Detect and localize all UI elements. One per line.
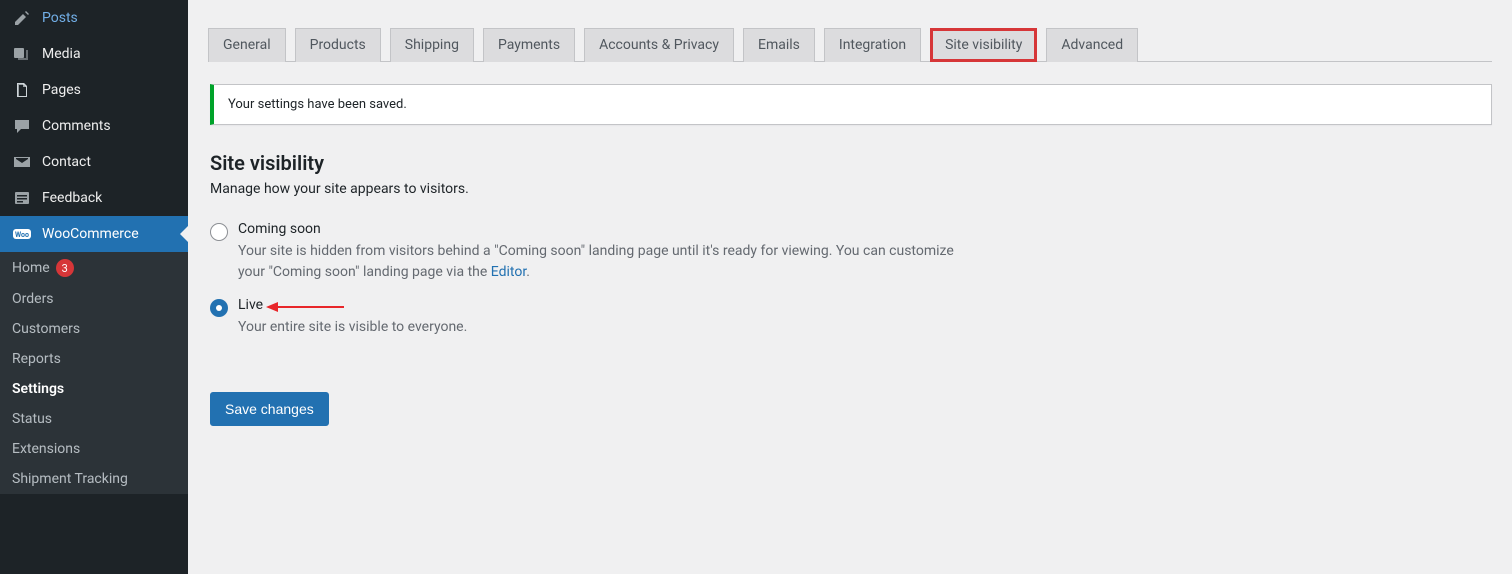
arrow-annotation-icon xyxy=(266,299,346,315)
live-radio[interactable] xyxy=(210,299,228,317)
sidebar-sub-reports[interactable]: Reports xyxy=(0,344,188,374)
coming-soon-radio[interactable] xyxy=(210,223,228,241)
settings-saved-notice: Your settings have been saved. xyxy=(210,84,1492,125)
tab-accounts-privacy[interactable]: Accounts & Privacy xyxy=(584,28,734,62)
sidebar-sub-label: Settings xyxy=(12,381,64,397)
sidebar-submenu-woocommerce: Home 3 Orders Customers Reports Settings… xyxy=(0,252,188,494)
live-help: Your entire site is visible to everyone. xyxy=(238,317,467,338)
sidebar-item-comments[interactable]: Comments xyxy=(0,108,188,144)
sidebar-sub-label: Shipment Tracking xyxy=(12,471,128,487)
live-label: Live xyxy=(238,297,263,313)
woocommerce-icon: Woo xyxy=(12,224,32,244)
sidebar-item-label: Media xyxy=(42,46,81,62)
sidebar-sub-label: Status xyxy=(12,411,52,427)
sidebar-item-label: Feedback xyxy=(42,190,102,206)
option-live[interactable]: Live Your entire site is visible to ever… xyxy=(210,297,1492,338)
sidebar-item-woocommerce[interactable]: Woo WooCommerce xyxy=(0,216,188,252)
tab-shipping[interactable]: Shipping xyxy=(390,28,474,62)
comments-icon xyxy=(12,116,32,136)
page-description: Manage how your site appears to visitors… xyxy=(210,181,1492,197)
home-badge: 3 xyxy=(56,259,74,277)
coming-soon-label: Coming soon xyxy=(238,221,321,237)
sidebar-sub-label: Reports xyxy=(12,351,61,367)
sidebar-item-contact[interactable]: Contact xyxy=(0,144,188,180)
sidebar-sub-orders[interactable]: Orders xyxy=(0,284,188,314)
pages-icon xyxy=(12,80,32,100)
editor-link[interactable]: Editor xyxy=(491,264,526,280)
sidebar-item-label: Posts xyxy=(42,10,78,26)
tab-products[interactable]: Products xyxy=(295,28,381,62)
svg-text:Woo: Woo xyxy=(15,231,29,239)
contact-icon xyxy=(12,152,32,172)
media-icon xyxy=(12,44,32,64)
sidebar-sub-label: Extensions xyxy=(12,441,80,457)
sidebar-sub-extensions[interactable]: Extensions xyxy=(0,434,188,464)
settings-tabs: General Products Shipping Payments Accou… xyxy=(208,20,1492,62)
sidebar-sub-home[interactable]: Home 3 xyxy=(0,252,188,284)
sidebar-item-label: Pages xyxy=(42,82,81,98)
sidebar-item-feedback[interactable]: Feedback xyxy=(0,180,188,216)
tab-advanced[interactable]: Advanced xyxy=(1046,28,1138,62)
sidebar-sub-label: Orders xyxy=(12,291,54,307)
save-button[interactable]: Save changes xyxy=(210,392,329,426)
feedback-icon xyxy=(12,188,32,208)
sidebar-sub-customers[interactable]: Customers xyxy=(0,314,188,344)
sidebar-sub-label: Home xyxy=(12,260,50,276)
coming-soon-help: Your site is hidden from visitors behind… xyxy=(238,241,958,283)
sidebar-item-media[interactable]: Media xyxy=(0,36,188,72)
sidebar-sub-status[interactable]: Status xyxy=(0,404,188,434)
tab-payments[interactable]: Payments xyxy=(483,28,575,62)
page-title: Site visibility xyxy=(210,151,1492,175)
main-content: General Products Shipping Payments Accou… xyxy=(188,0,1512,574)
tab-general[interactable]: General xyxy=(208,28,286,62)
tab-site-visibility[interactable]: Site visibility xyxy=(930,28,1037,62)
sidebar-item-posts[interactable]: Posts xyxy=(0,0,188,36)
admin-sidebar: Posts Media Pages Comments Contact Feedb… xyxy=(0,0,188,574)
notice-message: Your settings have been saved. xyxy=(228,97,407,112)
sidebar-sub-shipment-tracking[interactable]: Shipment Tracking xyxy=(0,464,188,494)
sidebar-item-label: Contact xyxy=(42,154,91,170)
posts-icon xyxy=(12,8,32,28)
tab-emails[interactable]: Emails xyxy=(743,28,815,62)
sidebar-sub-settings[interactable]: Settings xyxy=(0,374,188,404)
option-coming-soon[interactable]: Coming soon Your site is hidden from vis… xyxy=(210,221,1492,283)
tab-integration[interactable]: Integration xyxy=(824,28,921,62)
sidebar-item-label: Comments xyxy=(42,118,111,134)
sidebar-item-pages[interactable]: Pages xyxy=(0,72,188,108)
sidebar-sub-label: Customers xyxy=(12,321,80,337)
sidebar-item-label: WooCommerce xyxy=(42,226,139,242)
